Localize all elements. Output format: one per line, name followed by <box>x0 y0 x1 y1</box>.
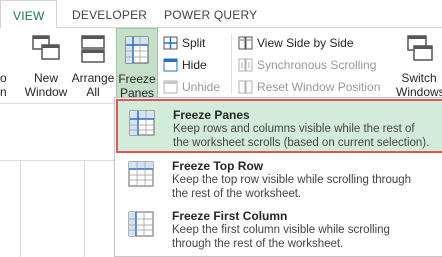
new-window-label-1: New <box>33 71 58 85</box>
ribbon-window-group: on New Window Arrange All Freeze Panes S… <box>0 28 442 114</box>
hide-button[interactable]: Hide <box>163 55 223 75</box>
new-window-label-2: Window <box>24 85 68 99</box>
side-by-side-icon <box>238 36 253 50</box>
freeze-panes-menu: Freeze Panes Keep rows and columns visib… <box>114 97 442 257</box>
new-window-button[interactable]: New Window <box>22 28 70 102</box>
menu-item-title: Freeze Panes <box>173 108 250 122</box>
freeze-panes-icon <box>129 110 155 136</box>
split-label: Split <box>182 36 206 50</box>
sync-scroll-icon <box>238 58 253 72</box>
partial-left-label-1: o <box>0 71 7 85</box>
menu-item-desc-line: Keep the top row visible while scrolling… <box>172 174 412 186</box>
reset-window-position-label: Reset Window Position <box>257 80 381 94</box>
tab-developer[interactable]: DEVELOPER <box>72 0 147 28</box>
synchronous-scrolling-label: Synchronous Scrolling <box>257 58 377 72</box>
sheet-gridline <box>20 160 21 257</box>
unhide-label: Unhide <box>182 80 221 94</box>
partial-left-label-2: n <box>0 85 7 99</box>
partial-left-button[interactable]: on <box>0 28 12 102</box>
reset-window-icon <box>238 80 253 94</box>
hide-icon <box>163 58 178 72</box>
menu-item-freeze-top-row[interactable]: Freeze Top Row Keep the top row visible … <box>117 152 442 204</box>
menu-item-desc-line: through the rest of the worksheet. <box>172 238 344 250</box>
new-window-icon <box>32 35 60 60</box>
view-side-by-side-button[interactable]: View Side by Side <box>238 33 368 53</box>
switch-windows-icon <box>407 35 433 61</box>
sheet-gridline <box>84 160 85 257</box>
switch-windows-label-1: Switch <box>401 71 437 85</box>
menu-item-description: Keep the top row visible while scrolling… <box>172 173 442 201</box>
menu-item-description: Keep the first column visible while scro… <box>172 223 442 251</box>
tab-power-query[interactable]: POWER QUERY <box>164 0 257 28</box>
menu-item-description: Keep rows and columns visible while the … <box>173 122 442 150</box>
ribbon-bottom-border <box>0 103 115 104</box>
tab-view[interactable]: VIEW <box>0 0 58 29</box>
freeze-panes-label-1: Freeze <box>118 72 156 86</box>
menu-item-freeze-first-column[interactable]: Freeze First Column Keep the first colum… <box>117 202 442 254</box>
menu-item-title: Freeze Top Row <box>172 159 264 173</box>
view-side-by-side-label: View Side by Side <box>257 36 354 50</box>
menu-item-desc-line: the worksheet scrolls (based on current … <box>173 137 430 149</box>
synchronous-scrolling-button[interactable]: Synchronous Scrolling <box>238 55 388 75</box>
switch-windows-button[interactable]: Switch Windows <box>396 28 442 102</box>
freeze-panes-icon <box>125 36 149 64</box>
formula-bar-border <box>0 160 115 161</box>
freeze-first-column-icon <box>128 211 154 237</box>
arrange-all-icon <box>81 35 105 63</box>
arrange-all-label-1: Arrange <box>71 71 115 85</box>
menu-item-freeze-panes[interactable]: Freeze Panes Keep rows and columns visib… <box>116 99 442 153</box>
split-button[interactable]: Split <box>163 33 223 53</box>
menu-item-title: Freeze First Column <box>172 209 288 223</box>
menu-item-desc-line: the rest of the worksheet. <box>172 188 302 200</box>
hide-label: Hide <box>182 58 207 72</box>
freeze-top-row-icon <box>128 161 154 187</box>
split-icon <box>163 36 178 50</box>
menu-item-desc-line: Keep the first column visible while scro… <box>172 224 390 236</box>
group-separator <box>231 34 232 94</box>
arrange-all-button[interactable]: Arrange All <box>70 28 116 102</box>
menu-item-desc-line: Keep rows and columns visible while the … <box>173 123 415 135</box>
unhide-button[interactable]: Unhide <box>163 77 229 97</box>
unhide-icon <box>163 80 178 94</box>
reset-window-position-button[interactable]: Reset Window Position <box>238 77 388 97</box>
arrange-all-label-2: All <box>86 85 100 99</box>
freeze-panes-button[interactable]: FreezePanes ▾ <box>116 28 158 114</box>
ribbon-tab-bar: VIEW DEVELOPER POWER QUERY <box>0 0 442 29</box>
